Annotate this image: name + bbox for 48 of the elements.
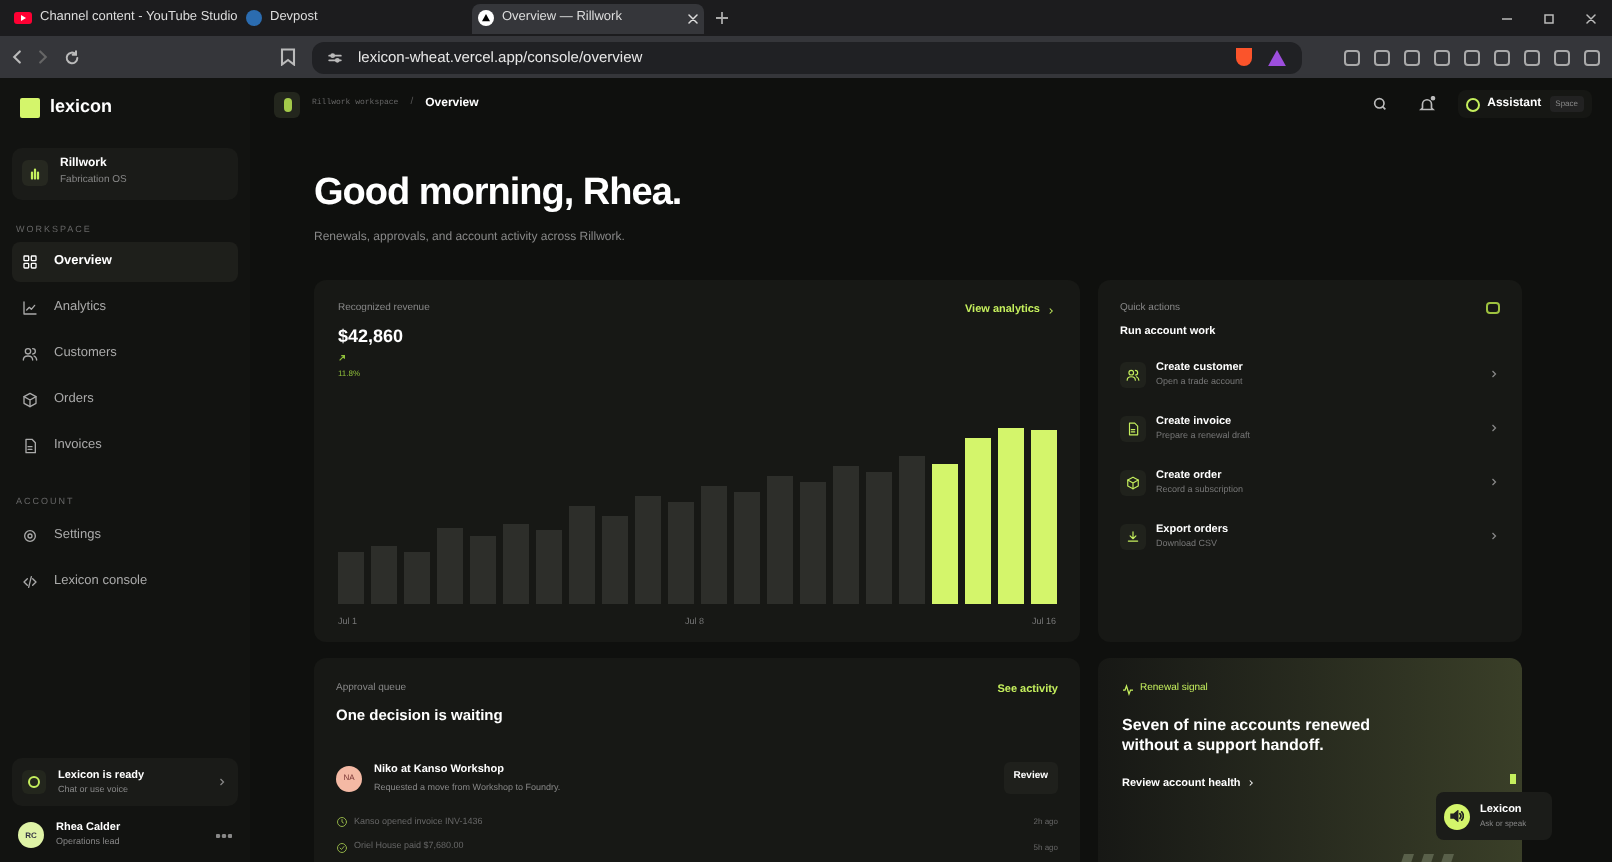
chat-bubble-icon <box>1465 97 1480 111</box>
check-circle-icon <box>336 841 348 854</box>
bell-icon[interactable] <box>1417 95 1436 113</box>
close-icon[interactable] <box>1586 13 1596 23</box>
triangle-icon[interactable] <box>1268 49 1286 65</box>
logo-icon <box>20 97 40 118</box>
minimize-icon[interactable] <box>1502 13 1512 23</box>
chat-bubble-icon <box>22 770 46 794</box>
marker-icon <box>1510 774 1516 784</box>
chevron-right-icon <box>1488 530 1500 543</box>
chevron-right-icon <box>1046 305 1056 316</box>
renewal-headline: Seven of nine accounts renewed without a support handoff. <box>1122 715 1372 755</box>
code-icon <box>22 574 38 590</box>
people-icon <box>1126 367 1140 382</box>
greeting: Good morning, Rhea. <box>314 172 684 216</box>
plus-icon[interactable] <box>716 12 728 24</box>
download-icon <box>1126 529 1140 544</box>
cube-icon <box>22 392 38 409</box>
revenue-amount: $42,860 <box>338 323 406 349</box>
search-icon[interactable] <box>1371 96 1388 112</box>
speaker-icon <box>1450 810 1464 822</box>
bars-icon <box>30 167 40 179</box>
site-settings-icon[interactable] <box>328 51 342 63</box>
chevron-right-icon <box>1488 476 1500 489</box>
pulse-icon <box>1122 683 1134 696</box>
document-icon <box>1126 421 1140 436</box>
triangle-icon <box>478 10 494 26</box>
grid-icon <box>22 254 38 271</box>
chevron-right-icon <box>216 776 228 788</box>
chevron-right-icon <box>1246 778 1257 789</box>
trend-up-icon <box>338 354 346 362</box>
back-icon[interactable] <box>12 50 22 64</box>
people-icon <box>22 346 38 363</box>
chevron-right-icon <box>1488 422 1500 435</box>
clock-icon <box>336 815 348 828</box>
chevron-right-icon <box>1488 368 1500 381</box>
chart-icon <box>22 300 38 317</box>
document-icon <box>22 438 38 455</box>
shield-icon[interactable] <box>1236 48 1252 66</box>
reload-icon[interactable] <box>64 49 80 65</box>
bookmark-icon[interactable] <box>280 48 296 66</box>
video-icon <box>14 12 32 24</box>
bar <box>932 464 958 605</box>
gear-icon <box>22 528 38 544</box>
maximize-icon[interactable] <box>1544 13 1554 23</box>
brand-name: lexicon <box>50 94 113 120</box>
close-icon[interactable] <box>688 13 698 23</box>
cube-icon <box>1126 475 1140 490</box>
